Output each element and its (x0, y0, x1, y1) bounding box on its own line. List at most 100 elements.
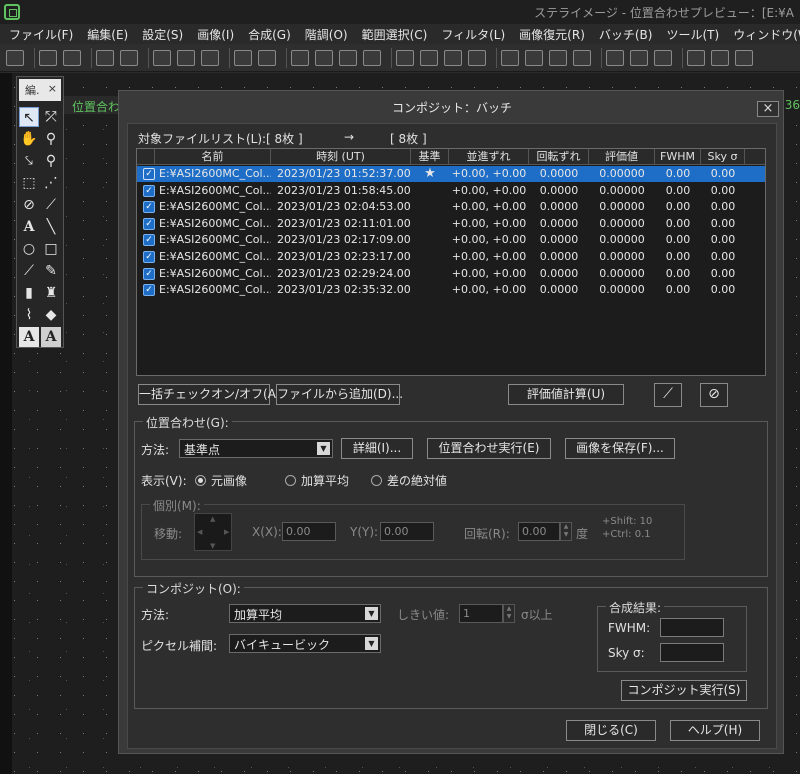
toolbar-tool-icon[interactable] (363, 49, 381, 66)
eyedropper-icon[interactable]: ⟋ (41, 195, 61, 215)
menu-item-7[interactable]: フィルタ(L) (432, 26, 510, 43)
row-checkbox[interactable]: ✓ (143, 184, 155, 197)
toolbar-tool-icon[interactable] (630, 49, 648, 66)
row-checkbox[interactable]: ✓ (143, 267, 155, 280)
dotted-line-icon[interactable]: ⋰ (41, 173, 61, 193)
toggle-check-all-button[interactable]: 一括チェックオン/オフ(A) (138, 384, 281, 405)
save-image-button[interactable]: 画像を保存(F)... (565, 438, 675, 459)
menu-item-1[interactable]: 編集(E) (78, 26, 133, 43)
toolbar-tool-icon[interactable] (120, 49, 138, 66)
y-input[interactable]: 0.00 (380, 522, 434, 541)
fill-tool-icon[interactable]: ◆ (41, 305, 61, 325)
toolbar-tool-icon[interactable] (444, 49, 462, 66)
composite-method-select[interactable]: 加算平均 ▼ (229, 604, 381, 623)
toolbar-tool-icon[interactable] (63, 49, 81, 66)
row-checkbox[interactable]: ✓ (143, 168, 155, 180)
toolbar-tool-icon[interactable] (735, 49, 753, 66)
tool-palette-close-button[interactable]: × (48, 82, 57, 95)
interp-select[interactable]: バイキュービック ▼ (229, 634, 381, 653)
hand-pan-icon[interactable]: ✋ (19, 129, 39, 149)
run-composite-button[interactable]: コンポジット実行(S) (621, 680, 747, 701)
align-method-select[interactable]: 基準点 ▼ (179, 439, 333, 458)
menu-item-11[interactable]: ウィンドウ(W) (724, 26, 800, 43)
move-pad[interactable]: ▲ ▼ ◀ ▶ (194, 513, 232, 551)
brush-tool-icon[interactable]: ✎ (41, 261, 61, 281)
rotation-input[interactable]: 0.00 (518, 522, 560, 541)
star-picker-icon[interactable]: ⚲ (41, 151, 61, 171)
line-tool-icon[interactable]: ╲ (41, 217, 61, 237)
toolbar-tool-icon[interactable] (96, 49, 114, 66)
menu-item-8[interactable]: 画像復元(R) (510, 26, 590, 43)
eraser-tool-icon[interactable]: ▮ (19, 283, 39, 303)
text-outline-icon[interactable]: A (41, 327, 61, 347)
table-row[interactable]: ✓ E:¥ASI2600MC_Col... 2023/01/23 01:58:45.… (137, 183, 765, 199)
column-header[interactable] (137, 149, 155, 165)
column-header[interactable]: 並進ずれ (449, 149, 529, 165)
zoom-magnifier-icon[interactable]: ⚲ (41, 129, 61, 149)
stamp-tool-icon[interactable]: ♜ (41, 283, 61, 303)
display-radio-absdiff[interactable]: 差の絶対値 (371, 472, 447, 489)
table-row[interactable]: ✓ E:¥ASI2600MC_Col... 2023/01/23 02:11:01.… (137, 216, 765, 232)
toolbar-tool-icon[interactable] (258, 49, 276, 66)
toolbar-tool-icon[interactable] (687, 49, 705, 66)
row-checkbox[interactable]: ✓ (143, 217, 155, 230)
row-checkbox[interactable]: ✓ (143, 251, 155, 263)
measure-probe-icon[interactable]: ⤥ (19, 151, 39, 171)
toolbar-tool-icon[interactable] (339, 49, 357, 66)
details-button[interactable]: 詳細(I)... (341, 438, 413, 459)
toolbar-tool-icon[interactable] (315, 49, 333, 66)
toolbar-tool-icon[interactable] (396, 49, 414, 66)
ellipse-tool-icon[interactable]: ○ (19, 239, 39, 259)
row-checkbox[interactable]: ✓ (143, 234, 155, 247)
toolbar-tool-icon[interactable] (573, 49, 591, 66)
star-probe-button[interactable]: ⟋ (654, 383, 682, 407)
column-header[interactable]: 評価値 (589, 149, 655, 165)
toolbar-tool-icon[interactable] (6, 49, 24, 66)
toolbar-tool-icon[interactable] (153, 49, 171, 66)
menu-item-2[interactable]: 設定(S) (133, 26, 188, 43)
toolbar-tool-icon[interactable] (201, 49, 219, 66)
menu-item-3[interactable]: 画像(I) (188, 26, 239, 43)
close-button[interactable]: 閉じる(C) (566, 720, 656, 741)
table-row[interactable]: ✓ E:¥ASI2600MC_Col... 2023/01/23 01:52:37.… (137, 166, 765, 182)
table-row[interactable]: ✓ E:¥ASI2600MC_Col... 2023/01/23 02:29:24.… (137, 266, 765, 282)
image-window-tab[interactable]: 位置合わ (56, 96, 120, 114)
calc-eval-button[interactable]: 評価値計算(U) (508, 384, 624, 405)
pen-tool-icon[interactable]: ⟋ (19, 261, 39, 281)
toolbar-tool-icon[interactable] (525, 49, 543, 66)
add-from-file-button[interactable]: ファイルから追加(D)... (276, 384, 403, 405)
rotation-spinner[interactable]: ▲ ▼ (560, 522, 572, 541)
table-row[interactable]: ✓ E:¥ASI2600MC_Col... 2023/01/23 02:17:09.… (137, 232, 765, 248)
toolbar-tool-icon[interactable] (234, 49, 252, 66)
toolbar-tool-icon[interactable] (420, 49, 438, 66)
table-row[interactable]: ✓ E:¥ASI2600MC_Col... 2023/01/23 02:35:32.… (137, 282, 765, 298)
toolbar-tool-icon[interactable] (711, 49, 729, 66)
column-header[interactable]: 名前 (155, 149, 271, 165)
row-checkbox[interactable]: ✓ (143, 201, 155, 214)
image-window-tab-right[interactable]: 36 (785, 98, 800, 112)
column-header[interactable]: 基準 (411, 149, 449, 165)
row-checkbox[interactable]: ✓ (143, 284, 155, 297)
toolbar-tool-icon[interactable] (501, 49, 519, 66)
display-radio-original[interactable]: 元画像 (195, 472, 247, 489)
threshold-spinner[interactable]: ▲ ▼ (503, 604, 515, 623)
menu-item-0[interactable]: ファイル(F) (0, 26, 78, 43)
help-button[interactable]: ヘルプ(H) (670, 720, 760, 741)
lasso-select-icon[interactable]: ⤱ (41, 107, 61, 127)
text-tool-icon[interactable]: A (19, 217, 39, 237)
menu-item-10[interactable]: ツール(T) (657, 26, 724, 43)
dialog-close-icon[interactable]: × (757, 101, 779, 117)
wand-icon[interactable]: ⊘ (19, 195, 39, 215)
column-header[interactable]: Sky σ (701, 149, 745, 165)
toolbar-tool-icon[interactable] (654, 49, 672, 66)
column-header[interactable]: 時刻 (UT) (271, 149, 411, 165)
toolbar-tool-icon[interactable] (177, 49, 195, 66)
toolbar-tool-icon[interactable] (606, 49, 624, 66)
measure-wand-button[interactable]: ⊘ (700, 383, 728, 407)
x-input[interactable]: 0.00 (282, 522, 336, 541)
column-header[interactable]: FWHM (655, 149, 701, 165)
table-row[interactable]: ✓ E:¥ASI2600MC_Col... 2023/01/23 02:23:17.… (137, 249, 765, 265)
toolbar-tool-icon[interactable] (39, 49, 57, 66)
rectangle-tool-icon[interactable]: □ (41, 239, 61, 259)
menu-item-5[interactable]: 階調(O) (296, 26, 353, 43)
